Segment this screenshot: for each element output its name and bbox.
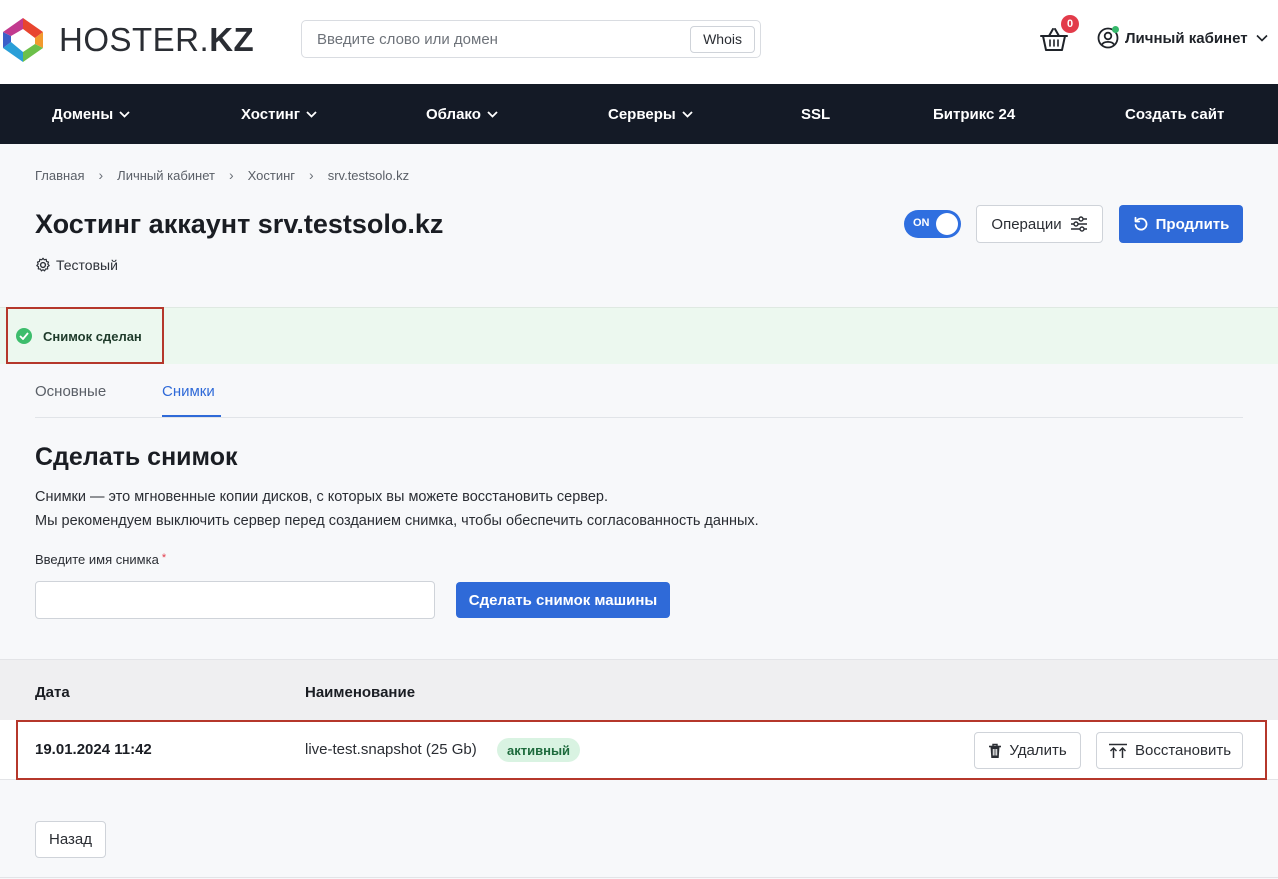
required-mark: * [161,552,167,564]
success-alert [0,307,1278,364]
whois-button[interactable]: Whois [690,25,755,53]
section-title: Сделать снимок [35,443,238,471]
column-header-name: Наименование [305,684,416,701]
description-line: Мы рекомендуем выключить сервер перед со… [35,513,759,529]
row-highlight-box [16,720,1267,780]
main-navbar: Домены Хостинг Облако Серверы SSL Битрик… [0,84,1278,144]
gear-icon [36,257,50,272]
account-menu[interactable]: Личный кабинет [1097,26,1268,49]
nav-item-domains[interactable]: Домены [52,84,130,144]
toggle-knob [936,213,958,235]
breadcrumb-current: srv.testsolo.kz [327,167,410,183]
nav-item-bitrix24[interactable]: Битрикс 24 [933,84,1015,144]
chevron-right-icon: › [228,167,234,183]
snapshot-name-input[interactable] [35,581,435,619]
alert-highlight-box [6,307,164,364]
domain-search: Whois [301,20,761,58]
tab-snapshots[interactable]: Снимки [162,383,215,400]
nav-item-ssl[interactable]: SSL [801,84,830,144]
tabs: Основные Снимки [35,364,1243,418]
cart-count-badge: 0 [1061,15,1079,33]
renew-label: Продлить [1155,215,1230,233]
snapshot-name-label: Введите имя снимка * [35,552,167,567]
chevron-down-icon [682,110,693,118]
divider [0,877,1278,878]
column-header-date: Дата [35,684,70,701]
breadcrumb-hosting[interactable]: Хостинг [248,168,295,183]
chevron-down-icon [119,110,130,118]
account-label: Личный кабинет [1125,29,1248,47]
create-snapshot-button[interactable]: Сделать снимок машины [456,582,670,618]
chevron-right-icon: › [309,167,314,183]
renew-button[interactable]: Продлить [1119,205,1243,243]
refresh-icon [1134,216,1148,231]
account-type: Тестовый [35,257,118,273]
toggle-label: ON [913,217,930,229]
back-button[interactable]: Назад [35,821,106,858]
page-title: Хостинг аккаунт srv.testsolo.kz [35,209,444,239]
operations-label: Операции [991,215,1062,233]
chevron-down-icon [306,110,317,118]
nav-item-hosting[interactable]: Хостинг [241,84,317,144]
breadcrumb-account[interactable]: Личный кабинет [117,168,215,183]
power-toggle[interactable]: ON [904,210,961,238]
logo[interactable]: HOSTER.KZ [0,12,270,68]
online-status-dot [1112,26,1119,33]
operations-button[interactable]: Операции [976,205,1103,243]
logo-text: HOSTER.KZ [59,21,255,58]
breadcrumb: Главная › Личный кабинет › Хостинг › srv… [35,167,409,183]
nav-item-create-site[interactable]: Создать сайт [1125,84,1224,144]
nav-item-servers[interactable]: Серверы [608,84,693,144]
logo-icon [3,18,43,62]
account-type-label: Тестовый [56,257,118,273]
nav-item-cloud[interactable]: Облако [426,84,498,144]
tab-general[interactable]: Основные [35,383,106,400]
chevron-right-icon: › [98,167,104,183]
description-line: Снимки — это мгновенные копии дисков, с … [35,489,608,505]
chevron-down-icon [1256,34,1268,42]
search-input[interactable] [302,22,691,56]
sliders-icon [1070,216,1087,232]
section-description: Снимки — это мгновенные копии дисков, с … [35,485,759,533]
active-tab-indicator [162,415,221,417]
breadcrumb-home[interactable]: Главная [35,168,84,183]
table-header: Дата Наименование [0,659,1278,720]
top-header: HOSTER.KZ Whois 0 Личный кабинет [0,0,1278,84]
chevron-down-icon [487,110,498,118]
